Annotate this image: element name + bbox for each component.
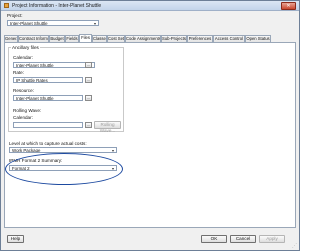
tab-files[interactable]: Files (79, 34, 92, 42)
project-information-dialog: Project Information - Inter-Planet Shutt… (0, 0, 300, 251)
help-button[interactable]: Help (7, 235, 24, 243)
app-icon (4, 3, 9, 8)
project-select[interactable]: Inter-Planet Shuttle ▾ (7, 20, 99, 26)
chevron-down-icon: ▾ (93, 21, 96, 26)
project-value: Inter-Planet Shuttle (10, 21, 48, 26)
title-bar: Project Information - Inter-Planet Shutt… (1, 1, 299, 11)
tab-budget[interactable]: Budget (49, 35, 65, 42)
tab-strip: General Contract Information Budget Fiel… (4, 34, 298, 42)
window-title: Project Information - Inter-Planet Shutt… (12, 2, 102, 9)
resource-browse-button[interactable]: ... (85, 95, 92, 101)
rolling-wave-calendar-label: Calendar: (13, 115, 33, 120)
rolling-wave-calendar-browse-button[interactable]: ... (85, 122, 92, 128)
close-button[interactable]: ✕ (281, 2, 296, 10)
tab-classes[interactable]: Classes (92, 35, 107, 42)
tab-access-control[interactable]: Access Control (213, 35, 245, 42)
calendar-label: Calendar: (13, 55, 33, 60)
resource-label: Resource: (13, 88, 34, 93)
rate-label: Rate: (13, 70, 24, 75)
capture-level-label: Level at which to capture actual costs: (9, 141, 87, 146)
highlight-ellipse (5, 153, 123, 185)
cancel-button[interactable]: Cancel (230, 235, 256, 243)
tab-general[interactable]: General (4, 35, 18, 42)
calendar-browse-button[interactable]: ... (85, 62, 92, 68)
resize-grip-icon[interactable]: ⋰ (292, 243, 298, 249)
tab-open-status[interactable]: Open Status (245, 35, 271, 42)
tab-sub-projects[interactable]: Sub-Projects (161, 35, 187, 42)
capture-level-value: Work Package (12, 148, 41, 153)
resource-field[interactable]: Inter-Planet Shuttle (13, 95, 83, 101)
rolling-wave-button[interactable]: Rolling Wave... (94, 121, 121, 133)
tab-preferences[interactable]: Preferences (187, 35, 213, 42)
rolling-wave-calendar-field[interactable] (13, 122, 83, 128)
tab-code-assignments[interactable]: Code Assignments (125, 35, 161, 42)
calendar-field[interactable]: Inter-Planet Shuttle (13, 62, 95, 68)
tab-cost-sets[interactable]: Cost Sets (107, 35, 125, 42)
project-label: Project: (7, 13, 23, 18)
rate-field[interactable]: IP Shuttle Rates (13, 77, 83, 83)
ancillary-files-label: Ancillary files (11, 45, 40, 50)
apply-button[interactable]: Apply (259, 235, 285, 243)
ok-button[interactable]: OK (201, 235, 227, 243)
tab-contract-information[interactable]: Contract Information (18, 35, 49, 42)
rate-browse-button[interactable]: ... (85, 77, 92, 83)
rolling-wave-label: Rolling Wave: (13, 108, 42, 113)
tab-fields[interactable]: Fields (65, 35, 79, 42)
chevron-down-icon: ▾ (111, 148, 114, 153)
